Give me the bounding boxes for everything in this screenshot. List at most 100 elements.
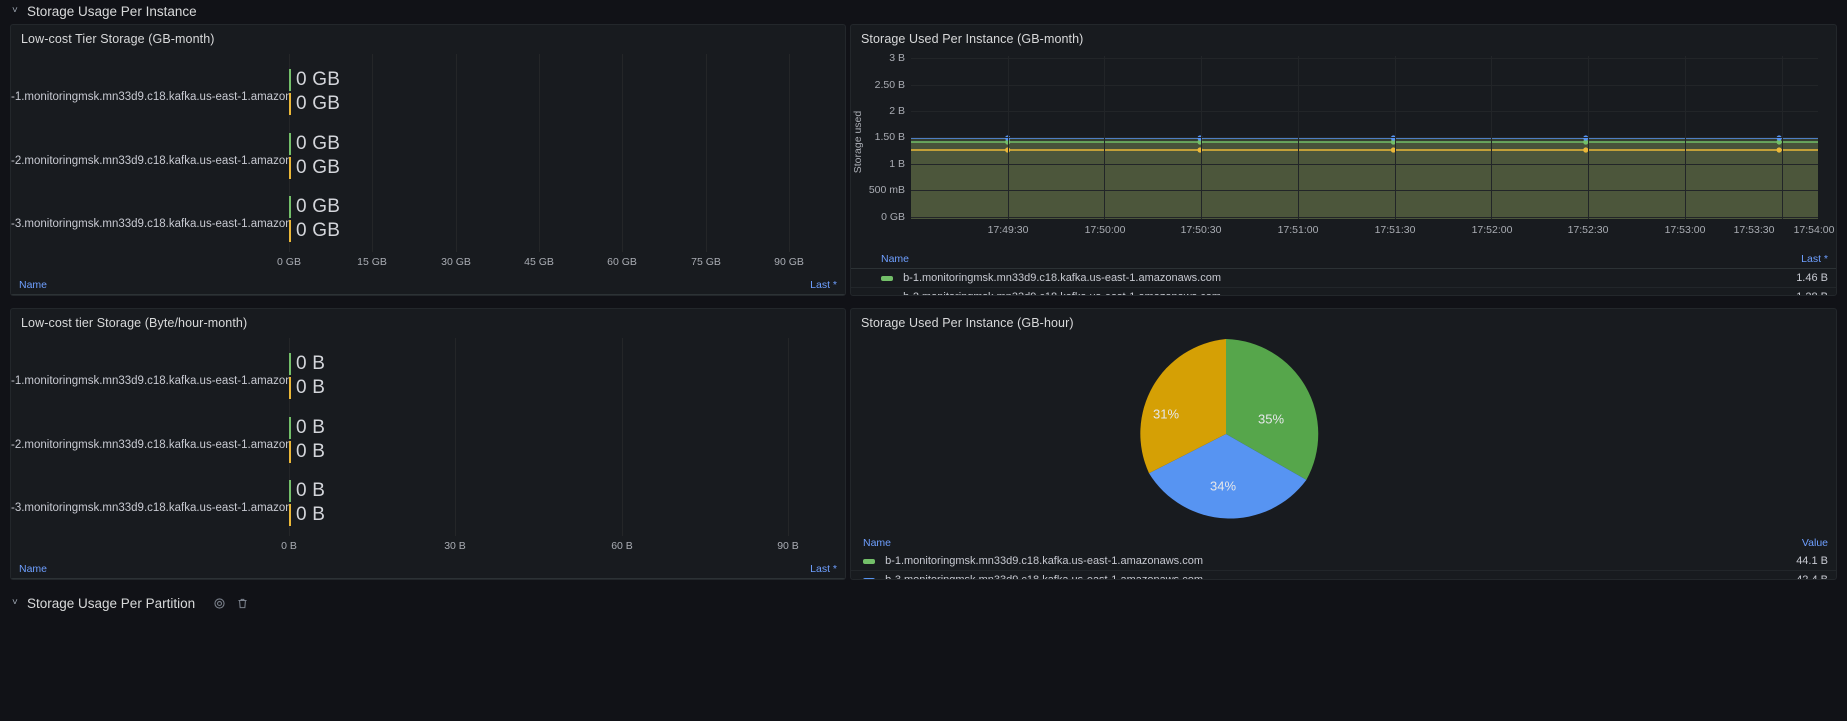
- y-tick: 1 B: [889, 158, 905, 170]
- bar-value: 0 GB: [296, 157, 341, 178]
- y-tick: 2 B: [889, 105, 905, 117]
- bar-group: -1.monitoringmsk.mn33d9.c18.kafka.us-eas…: [11, 352, 845, 410]
- bar-gauge-body: -1.monitoringmsk.mn33d9.c18.kafka.us-eas…: [11, 332, 845, 542]
- x-tick: 17:49:30: [987, 224, 1029, 236]
- panel-title[interactable]: Low-cost Tier Storage (GB-month): [11, 25, 845, 48]
- x-tick: 15 GB: [357, 256, 387, 268]
- x-tick: 17:52:00: [1471, 224, 1513, 236]
- x-tick: 17:54:00: [1793, 224, 1835, 236]
- bar-group-label: -3.monitoringmsk.mn33d9.c18.kafka.us-eas…: [11, 502, 289, 514]
- bar-value: 0 GB: [296, 133, 341, 154]
- panel-storage-used-per-instance-gb-month: Storage Used Per Instance (GB-month) Sto…: [850, 24, 1837, 296]
- x-tick: 17:51:00: [1277, 224, 1319, 236]
- legend-col-name[interactable]: Name: [11, 560, 518, 579]
- x-tick: 17:53:00: [1664, 224, 1706, 236]
- legend-row[interactable]: Last * 0 GB: [11, 294, 845, 295]
- row-header-storage-usage-per-partition[interactable]: ˅ Storage Usage Per Partition: [0, 592, 860, 614]
- panel-title[interactable]: Storage Used Per Instance (GB-hour): [851, 309, 1836, 332]
- legend-table: Name Value b-1.monitoringmsk.mn33d9.c18.…: [851, 534, 1836, 580]
- bar-item: 0 GB: [289, 195, 845, 219]
- bar-group-label: -2.monitoringmsk.mn33d9.c18.kafka.us-eas…: [11, 439, 289, 451]
- series-color-swatch[interactable]: [881, 275, 893, 281]
- row-header-storage-usage-per-instance[interactable]: ˅ Storage Usage Per Instance: [0, 0, 860, 22]
- panel-low-cost-tier-storage-gb-month: Low-cost Tier Storage (GB-month) -1.moni…: [10, 24, 846, 296]
- x-tick: 0 B: [281, 540, 297, 552]
- bar-value: 0 GB: [296, 196, 341, 217]
- x-tick: 30 GB: [441, 256, 471, 268]
- y-tick: 2.50 B: [874, 79, 905, 91]
- chevron-down-icon[interactable]: ˅: [12, 6, 21, 16]
- legend-series-value: 1.46 B: [1725, 268, 1836, 288]
- row-options-gear-icon[interactable]: [213, 597, 226, 610]
- bar-item: 0 B: [289, 416, 845, 440]
- x-tick: 0 GB: [277, 256, 301, 268]
- x-tick: 45 GB: [524, 256, 554, 268]
- x-tick: 75 GB: [691, 256, 721, 268]
- timeseries-body: Storage used 3 B 2.50 B 2 B 1.50 B 1 B 5…: [851, 48, 1836, 248]
- bar-item: 0 B: [289, 352, 845, 376]
- bar-group: -3.monitoringmsk.mn33d9.c18.kafka.us-eas…: [11, 479, 845, 537]
- x-tick: 17:51:30: [1374, 224, 1416, 236]
- legend-header-row: Name Last *: [851, 250, 1836, 269]
- pie-percent-b2: 31%: [1152, 406, 1180, 422]
- y-tick: 500 mB: [868, 184, 905, 196]
- panel-title[interactable]: Low-cost tier Storage (Byte/hour-month): [11, 309, 845, 332]
- x-axis: 0 GB 15 GB 30 GB 45 GB 60 GB 75 GB 90 GB: [11, 256, 845, 272]
- legend-col-name[interactable]: Name: [851, 534, 1721, 552]
- bar-group-label: -2.monitoringmsk.mn33d9.c18.kafka.us-eas…: [11, 155, 289, 167]
- legend-series-name: b-1.monitoringmsk.mn33d9.c18.kafka.us-ea…: [903, 272, 1221, 284]
- x-tick: 90 B: [777, 540, 799, 552]
- bar-item: 0 GB: [289, 219, 845, 243]
- legend-col-name[interactable]: Name: [11, 276, 518, 295]
- series-color-swatch[interactable]: [863, 577, 875, 579]
- legend-row[interactable]: b-1.monitoringmsk.mn33d9.c18.kafka.us-ea…: [851, 552, 1836, 571]
- x-tick: 17:52:30: [1567, 224, 1609, 236]
- x-tick: 60 GB: [607, 256, 637, 268]
- legend-series-name: b-2.monitoringmsk.mn33d9.c18.kafka.us-ea…: [903, 291, 1221, 295]
- bar-item: 0 GB: [289, 92, 845, 116]
- bar-value: 0 B: [296, 377, 326, 398]
- dashboard-root: ˅ Storage Usage Per Instance Low-cost Ti…: [0, 0, 1847, 721]
- x-tick: 17:53:30: [1733, 224, 1775, 236]
- legend-row[interactable]: b-2.monitoringmsk.mn33d9.c18.kafka.us-ea…: [851, 287, 1836, 295]
- x-axis: 0 B 30 B 60 B 90 B: [11, 540, 845, 556]
- legend-col-value[interactable]: Value: [1721, 534, 1837, 552]
- pie-svg[interactable]: [1126, 334, 1326, 534]
- x-tick: 90 GB: [774, 256, 804, 268]
- legend-header-row: Name Value: [851, 534, 1836, 552]
- plot-area[interactable]: [911, 56, 1818, 219]
- legend-row[interactable]: b-3.monitoringmsk.mn33d9.c18.kafka.us-ea…: [851, 570, 1836, 580]
- panel-title[interactable]: Storage Used Per Instance (GB-month): [851, 25, 1836, 48]
- legend-col-last[interactable]: Last *: [1725, 250, 1836, 269]
- series-area-b2: [911, 150, 1818, 219]
- legend-row[interactable]: Last * 0 B: [11, 578, 845, 579]
- bar-item: 0 B: [289, 503, 845, 527]
- x-tick: 17:50:00: [1084, 224, 1126, 236]
- legend-header-row: Name Last *: [11, 560, 845, 579]
- bar-group: -2.monitoringmsk.mn33d9.c18.kafka.us-eas…: [11, 416, 845, 474]
- bar-value: 0 B: [296, 417, 326, 438]
- bar-value: 0 GB: [296, 220, 341, 241]
- legend-series-value: 0 GB: [517, 294, 845, 295]
- piechart-body: 35% 34% 31%: [851, 332, 1836, 532]
- legend-col-last[interactable]: Last *: [517, 560, 845, 579]
- bar-item: 0 B: [289, 440, 845, 464]
- bar-group-label: -3.monitoringmsk.mn33d9.c18.kafka.us-eas…: [11, 218, 289, 230]
- bar-value: 0 B: [296, 480, 326, 501]
- x-tick: 17:50:30: [1180, 224, 1222, 236]
- legend-series-name: b-1.monitoringmsk.mn33d9.c18.kafka.us-ea…: [885, 555, 1203, 567]
- legend-series-name: b-3.monitoringmsk.mn33d9.c18.kafka.us-ea…: [885, 574, 1203, 580]
- legend-table: Name Last * Last * 0 GB Max: [11, 276, 845, 295]
- legend-col-last[interactable]: Last *: [517, 276, 845, 295]
- bar-value: 0 GB: [296, 69, 341, 90]
- panel-low-cost-tier-storage-byte-hour-month: Low-cost tier Storage (Byte/hour-month) …: [10, 308, 846, 580]
- series-color-swatch[interactable]: [881, 294, 893, 295]
- bar-gauge-body: -1.monitoringmsk.mn33d9.c18.kafka.us-eas…: [11, 48, 845, 258]
- series-color-swatch[interactable]: [863, 558, 875, 564]
- row-delete-trash-icon[interactable]: [236, 597, 249, 610]
- legend-row[interactable]: b-1.monitoringmsk.mn33d9.c18.kafka.us-ea…: [851, 268, 1836, 288]
- legend-col-name[interactable]: Name: [851, 250, 1726, 269]
- bar-value: 0 GB: [296, 93, 341, 114]
- bar-group-label: -1.monitoringmsk.mn33d9.c18.kafka.us-eas…: [11, 91, 289, 103]
- chevron-down-icon[interactable]: ˅: [12, 598, 21, 608]
